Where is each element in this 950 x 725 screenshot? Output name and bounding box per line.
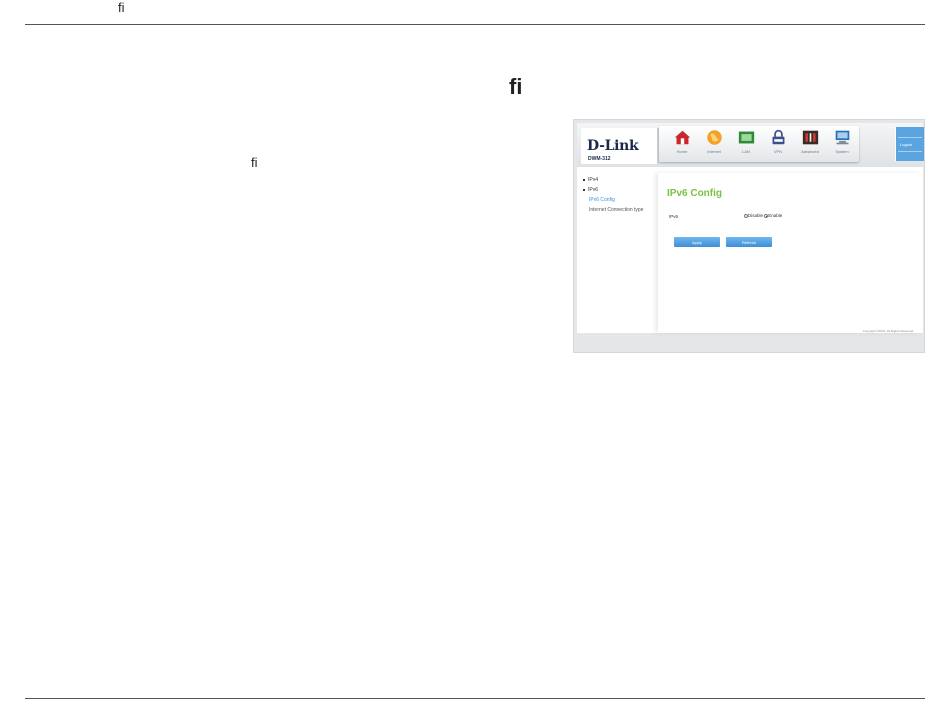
lan-icon: [738, 131, 754, 144]
bullet-icon: [583, 178, 585, 181]
ipv6-radio-group: Disable Enable: [744, 213, 782, 218]
vpn-lock-icon: [772, 129, 784, 145]
header-rule: [25, 24, 925, 25]
device-model: DWM-312: [588, 156, 611, 162]
brand-logo: D-Link: [587, 138, 639, 154]
main-nav: Home Internet LAN VPN Advanced System: [659, 126, 859, 162]
nav-advanced[interactable]: Advanced: [795, 129, 825, 161]
sidebar-item-ipv6[interactable]: IPv6: [583, 185, 661, 195]
advanced-icon: [802, 130, 818, 145]
nav-lan[interactable]: LAN: [731, 129, 761, 161]
footer-rule: [25, 698, 925, 699]
brand-logo-box[interactable]: D-Link DWM-312: [581, 128, 659, 164]
globe-icon: [706, 130, 722, 145]
content-panel: IPv6 Config IPv6 Disable Enable Apply Re…: [658, 173, 922, 333]
radio-enable-label: Enable: [768, 213, 783, 218]
nav-internet[interactable]: Internet: [699, 129, 729, 161]
logout-button[interactable]: Logout: [895, 127, 924, 161]
sidebar-subitem-connection-type[interactable]: Internet Connection type: [583, 205, 661, 215]
refresh-button[interactable]: Refresh: [726, 237, 772, 247]
apply-button[interactable]: Apply: [674, 237, 720, 247]
copyright-text: Copyright ©2016. All Rights Reserved.: [862, 329, 914, 333]
sidebar-subitem-ipv6-config[interactable]: IPv6 Config: [583, 195, 661, 205]
nav-system[interactable]: System: [827, 129, 857, 161]
system-monitor-icon: [835, 130, 849, 145]
nav-vpn[interactable]: VPN: [763, 129, 793, 161]
page-title: IPv6 Config: [667, 188, 723, 199]
screenshot-canvas: D-Link DWM-312 Home Internet LAN VPN Adv…: [577, 123, 924, 333]
section-heading-glyph: ﬁ: [509, 74, 523, 99]
router-ui-screenshot: D-Link DWM-312 Home Internet LAN VPN Adv…: [573, 119, 925, 353]
ipv6-field-label: IPv6: [669, 214, 679, 219]
radio-disable-label: Disable: [748, 213, 764, 218]
home-icon: [674, 130, 690, 145]
sidebar-item-ipv4[interactable]: IPv4: [583, 175, 661, 185]
bullet-icon: [583, 188, 585, 191]
radio-disable[interactable]: [744, 213, 748, 218]
nav-home[interactable]: Home: [667, 129, 697, 161]
router-topbar: D-Link DWM-312 Home Internet LAN VPN Adv…: [577, 123, 924, 167]
body-glyph: ﬁ: [251, 155, 258, 170]
header-ligature: ﬁ: [118, 0, 125, 15]
sidebar: IPv4 IPv6 IPv6 Config Internet Connectio…: [583, 175, 661, 215]
